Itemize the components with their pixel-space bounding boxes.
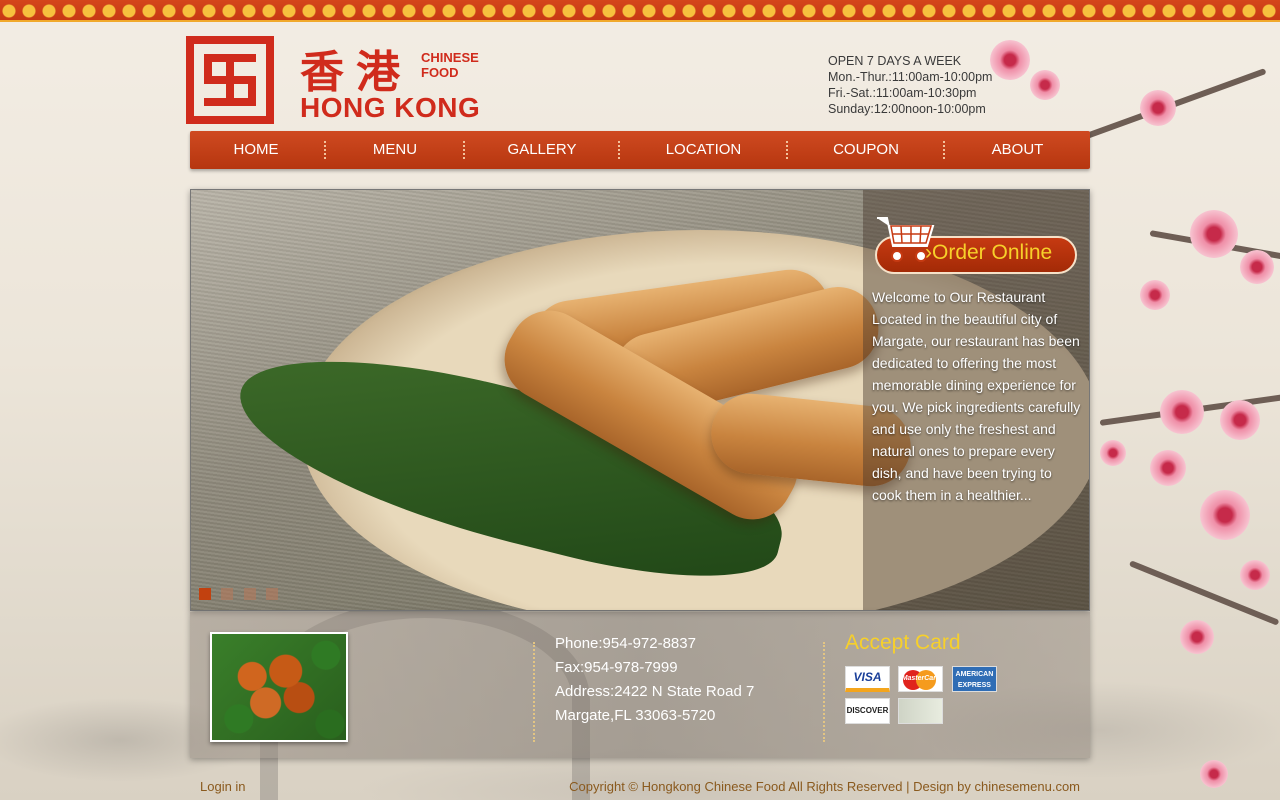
payment-cards: VISA MasterCard AMERICAN EXPRESS DISCOVE…: [845, 666, 1045, 730]
hours-heading: OPEN 7 DAYS A WEEK: [828, 54, 962, 68]
slide-dot-1[interactable]: [199, 588, 211, 600]
main-nav: HOME MENU GALLERY LOCATION COUPON ABOUT: [190, 131, 1090, 169]
contact-info: Phone:954-972-8837 Fax:954-978-7999 Addr…: [555, 632, 754, 728]
fax-number: Fax:954-978-7999: [555, 659, 678, 676]
visa-card-icon: VISA: [845, 666, 890, 692]
discover-card-icon: DISCOVER: [845, 698, 890, 724]
hours-line: Fri.-Sat.:11:00am-10:30pm: [828, 86, 977, 100]
nav-item-about[interactable]: ABOUT: [945, 131, 1090, 169]
slide-indicators: [199, 587, 284, 605]
amex-card-icon: AMERICAN EXPRESS: [951, 666, 997, 692]
accept-card-title: Accept Card: [845, 631, 961, 654]
slide-dot-3[interactable]: [243, 588, 256, 600]
welcome-text: Welcome to Our Restaurant Located in the…: [872, 289, 1081, 503]
nav-item-coupon[interactable]: COUPON: [788, 131, 944, 169]
copyright-text: Copyright © Hongkong Chinese Food All Ri…: [569, 779, 1080, 794]
featured-dish-image[interactable]: [210, 632, 348, 742]
info-separator: [823, 642, 825, 742]
slide-dot-4[interactable]: [266, 588, 279, 600]
decorative-top-border: [0, 0, 1280, 22]
hero-slideshow: ›Order Online Welcome to Our Restaurant …: [190, 189, 1090, 611]
nav-item-menu[interactable]: MENU: [326, 131, 464, 169]
address-city-line: Margate,FL 33063-5720: [555, 707, 716, 724]
logo-mark-icon[interactable]: [186, 36, 274, 124]
info-strip: Phone:954-972-8837 Fax:954-978-7999 Addr…: [190, 612, 1090, 758]
nav-item-home[interactable]: HOME: [190, 131, 322, 169]
order-online-label: ›Order Online: [925, 241, 1053, 264]
order-online-button[interactable]: ›Order Online: [875, 212, 1077, 274]
slide-dot-2[interactable]: [221, 588, 234, 600]
hours-line: Sunday:12:00noon-10:00pm: [828, 102, 986, 116]
nav-item-gallery[interactable]: GALLERY: [465, 131, 619, 169]
mastercard-icon: MasterCard: [898, 666, 944, 692]
logo-tagline: CHINESE FOOD: [421, 50, 479, 80]
mastercard-label: MasterCard: [901, 675, 941, 682]
logo-english-name: HONG KONG: [300, 92, 481, 123]
logo-tagline-line2: FOOD: [421, 65, 459, 80]
logo-chinese-name: 香港: [300, 47, 412, 98]
opening-hours: OPEN 7 DAYS A WEEK Mon.-Thur.:11:00am-10…: [828, 53, 992, 117]
cash-icon: [898, 698, 944, 724]
address-line: Address:2422 N State Road 7: [555, 683, 755, 700]
login-link[interactable]: Login in: [200, 779, 246, 794]
phone-number: Phone:954-972-8837: [555, 635, 696, 652]
logo-tagline-line1: CHINESE: [421, 50, 479, 65]
hours-line: Mon.-Thur.:11:00am-10:00pm: [828, 70, 993, 84]
info-separator: [533, 642, 535, 742]
order-online-text: Order Online: [932, 241, 1053, 264]
nav-item-location[interactable]: LOCATION: [620, 131, 787, 169]
